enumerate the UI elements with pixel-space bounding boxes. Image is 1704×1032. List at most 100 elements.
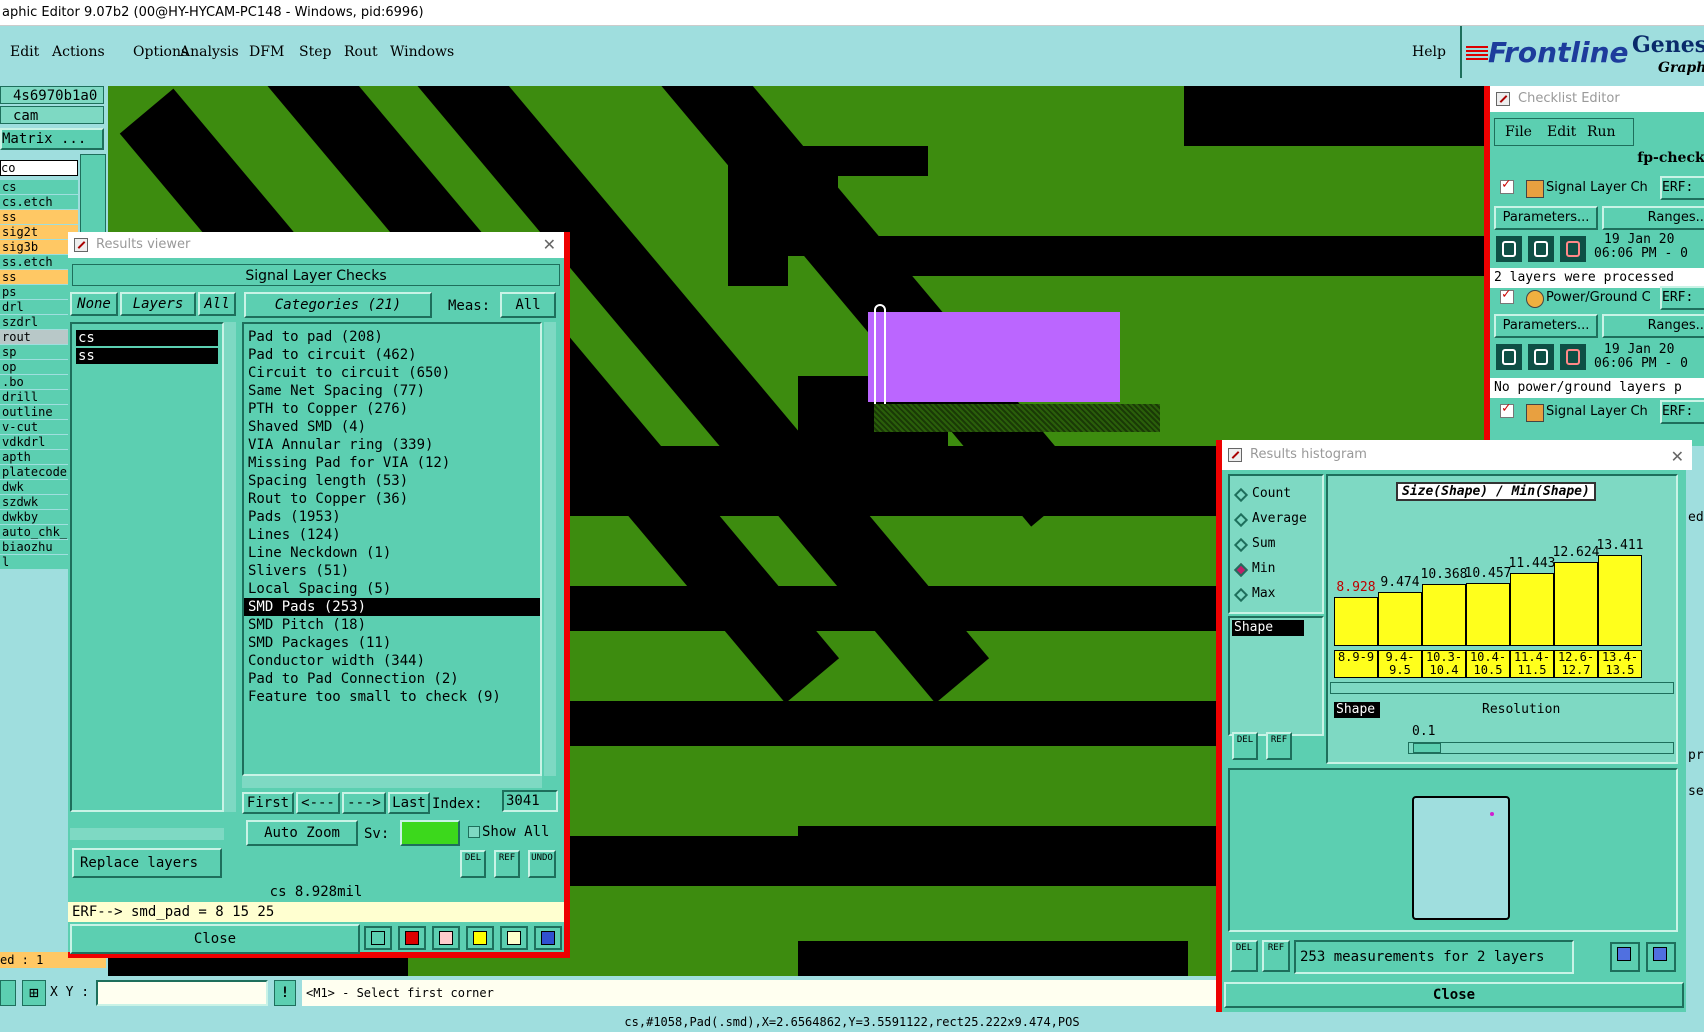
run-icon[interactable] xyxy=(1494,342,1524,372)
pointer-tool-icon[interactable] xyxy=(0,980,16,1006)
chart-hscroll[interactable] xyxy=(1330,682,1674,694)
results-layer-item[interactable]: ss xyxy=(76,348,218,364)
layer-item[interactable]: ss xyxy=(0,210,78,224)
item-enable-checkbox[interactable] xyxy=(1500,400,1514,418)
menu-item-windows[interactable]: Windows xyxy=(390,44,454,60)
auto-zoom-dropdown[interactable]: Auto Zoom xyxy=(246,820,358,846)
erf-button[interactable]: ERF: xyxy=(1660,176,1704,200)
shape-item[interactable]: Shape xyxy=(1232,620,1304,636)
run-icon[interactable] xyxy=(1526,342,1556,372)
ref-button[interactable]: REF xyxy=(1266,732,1292,760)
category-item[interactable]: Pad to Pad Connection (2) xyxy=(244,670,540,688)
results-layer-list[interactable]: cs ss xyxy=(70,322,224,812)
report-icon[interactable] xyxy=(500,926,528,950)
index-input[interactable]: 3041 xyxy=(502,790,558,812)
checklist-item-label[interactable]: Power/Ground C xyxy=(1546,290,1651,305)
category-list[interactable]: Pad to pad (208) Pad to circuit (462) Circ… xyxy=(242,322,542,776)
layers-button[interactable]: Layers xyxy=(120,292,196,316)
histogram-bar[interactable] xyxy=(1598,554,1642,646)
category-item[interactable]: Rout to Copper (36) xyxy=(244,490,540,508)
erf-button[interactable]: ERF: xyxy=(1660,400,1704,424)
replace-layers-dropdown[interactable]: Replace layers xyxy=(72,848,222,878)
layer-item[interactable]: v-cut xyxy=(0,420,78,434)
resolution-slider[interactable] xyxy=(1408,742,1674,754)
layer-list-vscroll[interactable] xyxy=(224,322,236,812)
layer-item[interactable]: .bo xyxy=(0,375,78,389)
ref-button[interactable]: REF xyxy=(1262,940,1290,972)
ranges-button[interactable]: Ranges... xyxy=(1602,314,1704,338)
grid-icon[interactable]: ⊞ xyxy=(22,980,46,1006)
delete-marker-icon[interactable] xyxy=(432,926,460,950)
category-item[interactable]: Lines (124) xyxy=(244,526,540,544)
show-all-checkbox[interactable] xyxy=(468,826,480,838)
close-button[interactable]: Close xyxy=(70,924,360,954)
del-button[interactable]: DEL xyxy=(1230,940,1258,972)
layer-item[interactable]: dwkby xyxy=(0,510,78,524)
zoom-out-icon[interactable] xyxy=(1646,942,1676,972)
zoom-icon[interactable] xyxy=(364,926,392,950)
erf-button[interactable]: ERF: xyxy=(1660,286,1704,310)
layer-item[interactable]: outline xyxy=(0,405,78,419)
category-hscroll[interactable] xyxy=(242,776,542,788)
del-button[interactable]: DEL xyxy=(1232,732,1258,760)
numbers-icon[interactable] xyxy=(466,926,494,950)
ref-button[interactable]: REF xyxy=(494,850,520,878)
menu-item-step[interactable]: Step xyxy=(299,44,331,60)
layer-list-hscroll[interactable] xyxy=(70,828,224,840)
stop-icon[interactable] xyxy=(1558,234,1588,264)
ranges-button[interactable]: Ranges... xyxy=(1602,206,1704,230)
category-item[interactable]: Shaved SMD (4) xyxy=(244,418,540,436)
category-item[interactable]: Line Neckdown (1) xyxy=(244,544,540,562)
resolution-slider-thumb[interactable] xyxy=(1413,743,1441,753)
category-vscroll[interactable] xyxy=(544,322,556,776)
layer-item[interactable]: platecode-t xyxy=(0,465,78,479)
shape-list[interactable]: Shape xyxy=(1228,616,1324,736)
all-layers-button[interactable]: All xyxy=(198,292,236,316)
parameters-button[interactable]: Parameters... xyxy=(1494,314,1598,338)
layer-item[interactable]: ss xyxy=(0,270,78,284)
category-item[interactable]: Same Net Spacing (77) xyxy=(244,382,540,400)
category-item[interactable]: Pad to circuit (462) xyxy=(244,346,540,364)
shape-combo[interactable]: Shape xyxy=(1334,702,1380,718)
checklist-menu-file[interactable]: File xyxy=(1505,124,1532,140)
del-button[interactable]: DEL xyxy=(460,850,486,878)
close-icon[interactable]: ✕ xyxy=(543,232,556,258)
layer-item[interactable]: szdwk xyxy=(0,495,78,509)
highlight-icon[interactable] xyxy=(398,926,426,950)
category-item[interactable]: SMD Pads (253) xyxy=(244,598,540,616)
category-item[interactable]: Feature too small to check (9) xyxy=(244,688,540,706)
category-item[interactable]: Slivers (51) xyxy=(244,562,540,580)
menu-item-actions[interactable]: Actions xyxy=(52,44,105,60)
histogram-bar[interactable] xyxy=(1422,583,1466,646)
layer-item[interactable]: sp xyxy=(0,345,78,359)
last-button[interactable]: Last xyxy=(388,792,430,814)
histogram-bar[interactable] xyxy=(1510,573,1554,646)
menu-item-edit[interactable]: Edit xyxy=(10,44,39,60)
layer-combo[interactable]: co xyxy=(0,160,78,176)
menu-item-rout[interactable]: Rout xyxy=(344,44,378,60)
category-item[interactable]: Local Spacing (5) xyxy=(244,580,540,598)
parameters-button[interactable]: Parameters... xyxy=(1494,206,1598,230)
category-item[interactable]: Spacing length (53) xyxy=(244,472,540,490)
layer-item[interactable]: drill xyxy=(0,390,78,404)
histogram-bar[interactable] xyxy=(1378,592,1422,646)
layer-item[interactable]: auto_chk_p xyxy=(0,525,78,539)
matrix-button[interactable]: Matrix ... xyxy=(0,128,104,150)
category-item[interactable]: Pads (1953) xyxy=(244,508,540,526)
checklist-menu-edit[interactable]: Edit xyxy=(1547,124,1576,140)
layer-item[interactable]: sig3b xyxy=(0,240,78,254)
layer-item[interactable]: szdrl xyxy=(0,315,78,329)
layer-item[interactable]: drl xyxy=(0,300,78,314)
histogram-bar[interactable] xyxy=(1554,562,1598,646)
run-icon[interactable] xyxy=(1494,234,1524,264)
checklist-menu-run[interactable]: Run xyxy=(1587,124,1616,140)
layer-item[interactable]: rout xyxy=(0,330,78,344)
board-preview[interactable] xyxy=(1412,796,1510,920)
layer-list[interactable]: cs cs.etch ss sig2t sig3b ss.etch ss ps drl szdrl… xyxy=(0,180,78,570)
menu-item-dfm[interactable]: DFM xyxy=(249,44,284,60)
categories-button[interactable]: Categories (21) xyxy=(244,292,432,318)
category-item[interactable]: PTH to Copper (276) xyxy=(244,400,540,418)
layer-item[interactable]: dwk xyxy=(0,480,78,494)
run-icon[interactable] xyxy=(1526,234,1556,264)
layer-item[interactable]: vdkdrl xyxy=(0,435,78,449)
